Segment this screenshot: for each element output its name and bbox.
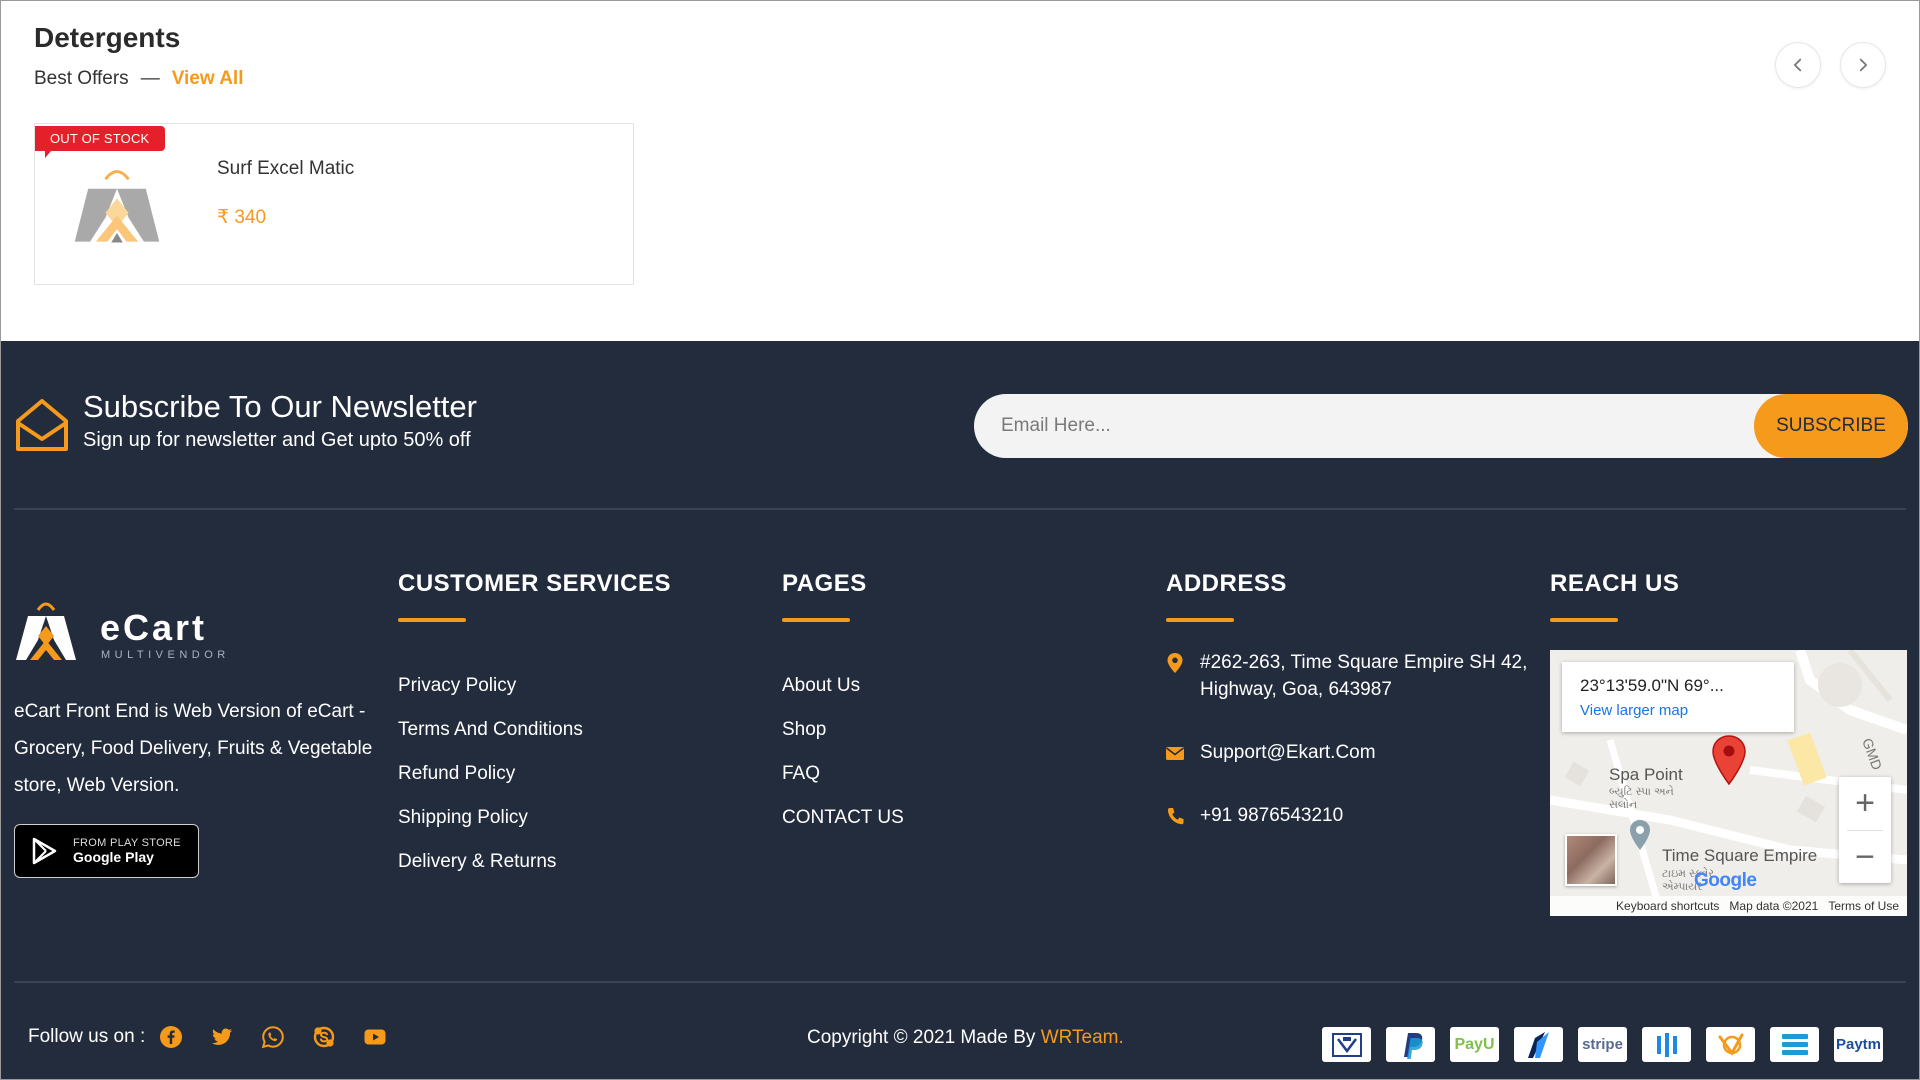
keyboard-shortcuts-link[interactable]: Keyboard shortcuts	[1616, 899, 1719, 913]
newsletter-title: Subscribe To Our Newsletter	[83, 389, 477, 424]
map-marker-icon	[1167, 653, 1183, 673]
newsletter-form: SUBSCRIBE	[974, 394, 1908, 458]
envelope-open-icon	[16, 399, 68, 451]
map-zoom-controls: + −	[1839, 777, 1891, 883]
title-underline	[1166, 618, 1234, 622]
google-logo: Google	[1694, 870, 1757, 891]
address-location: #262-263, Time Square Empire SH 42, High…	[1166, 649, 1536, 703]
youtube-icon[interactable]	[363, 1025, 387, 1049]
link-faq[interactable]: FAQ	[782, 752, 904, 796]
pages-links: About Us Shop FAQ CONTACT US	[782, 664, 904, 840]
indian-bank-icon	[1322, 1027, 1371, 1062]
section-subtitle-row: Best Offers — View All	[34, 68, 244, 90]
product-price: ₹ 340	[217, 207, 267, 228]
reach-us-title: REACH US	[1550, 570, 1680, 597]
product-section: Detergents Best Offers — View All OUT OF…	[0, 0, 1920, 341]
link-shop[interactable]: Shop	[782, 708, 904, 752]
address-title: ADDRESS	[1166, 570, 1287, 597]
newsletter-subtitle: Sign up for newsletter and Get upto 50% …	[83, 429, 471, 451]
link-contact-us[interactable]: CONTACT US	[782, 796, 904, 840]
email-input[interactable]	[974, 394, 1754, 458]
map-label-spa-local: બ્યુટિ સ્પા અને સલોન	[1609, 786, 1674, 811]
map-info-card: 23°13'59.0"N 69°... View larger map	[1562, 662, 1794, 732]
paystack-icon	[1706, 1027, 1755, 1062]
carousel-next-button[interactable]	[1840, 42, 1886, 88]
stripe-icon: stripe	[1578, 1027, 1627, 1062]
carousel-prev-button[interactable]	[1775, 42, 1821, 88]
paypal-icon	[1386, 1027, 1435, 1062]
link-delivery-returns[interactable]: Delivery & Returns	[398, 840, 583, 884]
address-text: #262-263, Time Square Empire SH 42, High…	[1200, 652, 1528, 700]
ecart-logo: eCart MULTIVENDOR	[16, 602, 230, 661]
view-larger-map-link[interactable]: View larger map	[1580, 702, 1794, 719]
follow-label: Follow us on :	[28, 1026, 146, 1047]
map-attribution-bar: Keyboard shortcuts Map data ©2021 Terms …	[1550, 896, 1907, 916]
email-link[interactable]: Support@Ekart.Com	[1200, 739, 1376, 766]
product-name[interactable]: Surf Excel Matic	[217, 158, 354, 180]
flutterwave-icon	[1642, 1027, 1691, 1062]
title-underline	[398, 618, 466, 622]
map-label-time-square: Time Square Empire	[1662, 846, 1818, 865]
chevron-right-icon	[1859, 58, 1868, 72]
wrteam-link[interactable]: WRTeam.	[1041, 1027, 1124, 1048]
link-about-us[interactable]: About Us	[782, 664, 904, 708]
follow-us: Follow us on :	[28, 1025, 387, 1049]
link-terms-and-conditions[interactable]: Terms And Conditions	[398, 708, 583, 752]
footer: Subscribe To Our Newsletter Sign up for …	[0, 341, 1920, 1080]
store-label-large: Google Play	[73, 849, 154, 865]
whatsapp-icon[interactable]	[261, 1025, 285, 1049]
copyright-text: Copyright © 2021 Made By	[807, 1027, 1041, 1048]
payment-methods: PayU stripe Paytm	[1322, 1027, 1883, 1062]
envelope-icon	[1166, 747, 1184, 760]
divider	[14, 508, 1906, 510]
map-data-text: Map data ©2021	[1729, 899, 1819, 913]
link-privacy-policy[interactable]: Privacy Policy	[398, 664, 583, 708]
customer-services-links: Privacy Policy Terms And Conditions Refu…	[398, 664, 583, 884]
paytm-icon: Paytm	[1834, 1027, 1883, 1062]
section-title: Detergents	[34, 22, 181, 53]
store-label-small: FROM PLAY STORE	[73, 837, 181, 849]
google-map[interactable]: 23°13'59.0"N 69°... View larger map Spa …	[1550, 650, 1907, 916]
link-shipping-policy[interactable]: Shipping Policy	[398, 796, 583, 840]
terms-of-use-link[interactable]: Terms of Use	[1828, 899, 1899, 913]
product-image-logo-icon	[74, 170, 160, 243]
phone-icon	[1167, 808, 1184, 825]
link-refund-policy[interactable]: Refund Policy	[398, 752, 583, 796]
map-coordinates: 23°13'59.0"N 69°...	[1580, 676, 1724, 695]
customer-services-title: CUSTOMER SERVICES	[398, 570, 672, 597]
subscribe-button[interactable]: SUBSCRIBE	[1754, 394, 1908, 458]
zoom-in-button[interactable]: +	[1839, 777, 1891, 830]
google-play-badge[interactable]: FROM PLAY STORE Google Play	[14, 824, 199, 878]
map-label-spa: Spa Point	[1609, 765, 1683, 784]
chevron-left-icon	[1793, 58, 1802, 72]
skype-icon[interactable]	[312, 1025, 336, 1049]
product-card[interactable]: OUT OF STOCK Surf Excel Matic ₹ 340	[34, 123, 634, 285]
map-satellite-thumbnail[interactable]	[1565, 834, 1617, 886]
map-pin-red-icon	[1712, 735, 1746, 786]
payu-icon: PayU	[1450, 1027, 1499, 1062]
view-all-link[interactable]: View All	[172, 68, 244, 90]
map-pin-gray-icon	[1630, 820, 1650, 850]
title-underline	[1550, 618, 1618, 622]
separator: —	[140, 68, 160, 89]
play-store-icon	[32, 837, 57, 865]
phone-link[interactable]: +91 9876543210	[1200, 802, 1343, 829]
brand-description: eCart Front End is Web Version of eCart …	[14, 701, 373, 796]
logo-subtext: MULTIVENDOR	[101, 649, 230, 661]
out-of-stock-badge: OUT OF STOCK	[35, 126, 166, 158]
section-subtitle: Best Offers	[34, 68, 129, 89]
pages-title: PAGES	[782, 570, 867, 597]
twitter-icon[interactable]	[210, 1025, 234, 1049]
address-email: Support@Ekart.Com	[1166, 739, 1376, 766]
divider	[14, 981, 1906, 983]
title-underline	[782, 618, 850, 622]
razorpay-icon	[1514, 1027, 1563, 1062]
address-phone: +91 9876543210	[1166, 802, 1343, 829]
logo-text: eCart	[100, 607, 207, 648]
midtrans-icon	[1770, 1027, 1819, 1062]
facebook-icon[interactable]	[159, 1025, 183, 1049]
copyright: Copyright © 2021 Made By WRTeam.	[807, 1027, 1124, 1049]
zoom-out-button[interactable]: −	[1839, 831, 1891, 884]
